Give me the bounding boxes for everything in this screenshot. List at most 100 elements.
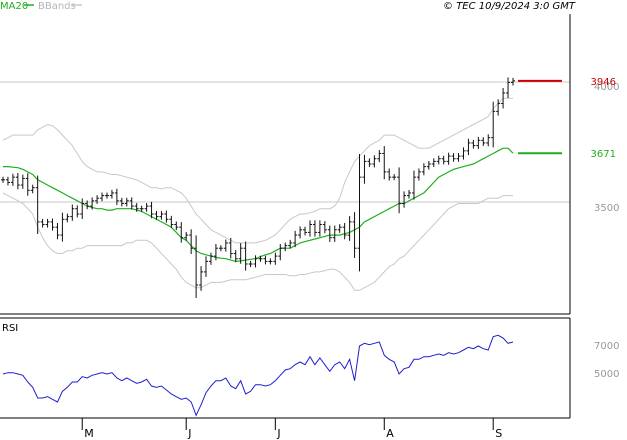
price-bar bbox=[189, 229, 194, 254]
price-bar bbox=[456, 153, 461, 162]
rsi-layer bbox=[2, 334, 514, 417]
copyright-label: © TEC 10/9/2024 3:0 GMT bbox=[443, 1, 576, 12]
price-bar bbox=[218, 245, 223, 252]
price-bar bbox=[104, 192, 109, 199]
price-bar bbox=[50, 218, 55, 231]
price-bar bbox=[164, 210, 169, 223]
price-bar bbox=[40, 218, 45, 228]
ma20-legend-label: MA20 bbox=[0, 1, 28, 12]
price-bar bbox=[1, 176, 5, 183]
price-bar bbox=[174, 221, 179, 231]
price-bar bbox=[75, 205, 80, 218]
price-bar bbox=[332, 225, 337, 242]
stock-chart: MA20 BBands © TEC 10/9/2024 3:0 GMT 4000… bbox=[0, 1, 619, 440]
price-bar bbox=[144, 203, 149, 212]
price-bar bbox=[109, 189, 114, 199]
price-bar bbox=[243, 241, 248, 271]
price-bar bbox=[70, 204, 75, 221]
x-tick-label: J bbox=[187, 427, 191, 440]
price-bar bbox=[421, 163, 426, 176]
price-bar bbox=[60, 212, 65, 242]
price-bar bbox=[65, 213, 70, 223]
price-bar bbox=[461, 147, 466, 160]
ma20-line bbox=[3, 147, 514, 263]
price-bar bbox=[298, 226, 303, 239]
price-bar bbox=[392, 174, 397, 181]
price-bar bbox=[441, 155, 446, 165]
price-bar bbox=[95, 195, 100, 204]
price-bar bbox=[30, 184, 35, 194]
price-bar bbox=[506, 77, 511, 98]
x-axis-layer: MJJAS bbox=[81, 418, 502, 440]
price-bar bbox=[223, 239, 228, 252]
price-bar bbox=[387, 168, 392, 181]
price-bar bbox=[253, 255, 258, 268]
price-bar bbox=[436, 155, 441, 165]
price-bar bbox=[481, 137, 486, 146]
price-bar bbox=[362, 154, 367, 184]
price-bar bbox=[317, 220, 322, 237]
marker-label-ma20: 3671 bbox=[591, 149, 616, 160]
price-bar bbox=[20, 174, 25, 189]
rsi-tick-label-70: 7000 bbox=[594, 341, 619, 352]
price-bar bbox=[179, 222, 184, 243]
price-bar bbox=[431, 158, 436, 168]
price-bar bbox=[352, 212, 357, 258]
price-bar bbox=[303, 226, 308, 236]
price-bar bbox=[357, 154, 362, 272]
price-bar bbox=[407, 189, 412, 199]
price-bar bbox=[397, 167, 402, 214]
price-bar bbox=[402, 191, 407, 208]
price-bar bbox=[471, 139, 476, 149]
price-bar bbox=[5, 176, 10, 186]
price-bar bbox=[15, 172, 20, 190]
bbands-legend-label: BBands bbox=[38, 1, 76, 12]
x-tick-label: M bbox=[84, 427, 94, 440]
ma20-layer bbox=[3, 147, 514, 263]
bollinger-bands-layer bbox=[2, 97, 513, 291]
price-bar bbox=[273, 252, 278, 265]
price-bar bbox=[204, 256, 209, 277]
price-bar bbox=[25, 173, 30, 196]
x-tick-label: A bbox=[386, 427, 394, 440]
price-bar bbox=[55, 222, 60, 240]
price-bar bbox=[372, 155, 377, 168]
price-bar bbox=[426, 160, 431, 170]
price-bar bbox=[159, 210, 164, 220]
price-bar bbox=[312, 220, 317, 237]
price-bar bbox=[233, 250, 238, 263]
price-bar bbox=[10, 173, 15, 186]
price-bar bbox=[45, 218, 50, 228]
price-bar bbox=[35, 175, 40, 234]
price-bar bbox=[491, 101, 496, 148]
x-tick-label: J bbox=[276, 427, 280, 440]
price-bar bbox=[382, 146, 387, 180]
price-bar bbox=[283, 242, 288, 252]
y-tick-label-3500: 3500 bbox=[594, 203, 619, 214]
price-bar bbox=[466, 138, 471, 156]
price-bar bbox=[377, 150, 382, 163]
price-bars-layer bbox=[1, 77, 515, 298]
price-bar bbox=[248, 260, 253, 268]
price-bar bbox=[307, 220, 312, 237]
rsi-tick-label-50: 5000 bbox=[594, 369, 619, 380]
bbands-lower-line bbox=[2, 192, 513, 291]
price-bar bbox=[278, 244, 283, 261]
price-bar bbox=[367, 158, 372, 168]
price-bar bbox=[114, 188, 119, 206]
price-bar bbox=[486, 134, 491, 147]
price-bar bbox=[476, 136, 481, 149]
x-tick-label: S bbox=[495, 427, 502, 440]
price-bar bbox=[342, 222, 347, 240]
price-bar bbox=[411, 170, 416, 200]
price-bar bbox=[446, 152, 451, 165]
price-bar bbox=[347, 216, 352, 241]
price-bar bbox=[194, 235, 199, 298]
price-bar bbox=[129, 197, 134, 210]
rsi-panel-title: RSI bbox=[2, 323, 18, 334]
price-bar bbox=[263, 255, 268, 265]
marker-label-last-price: 3946 bbox=[591, 77, 616, 88]
price-bar bbox=[451, 153, 456, 162]
price-bar bbox=[268, 258, 273, 265]
price-bar bbox=[337, 224, 342, 233]
